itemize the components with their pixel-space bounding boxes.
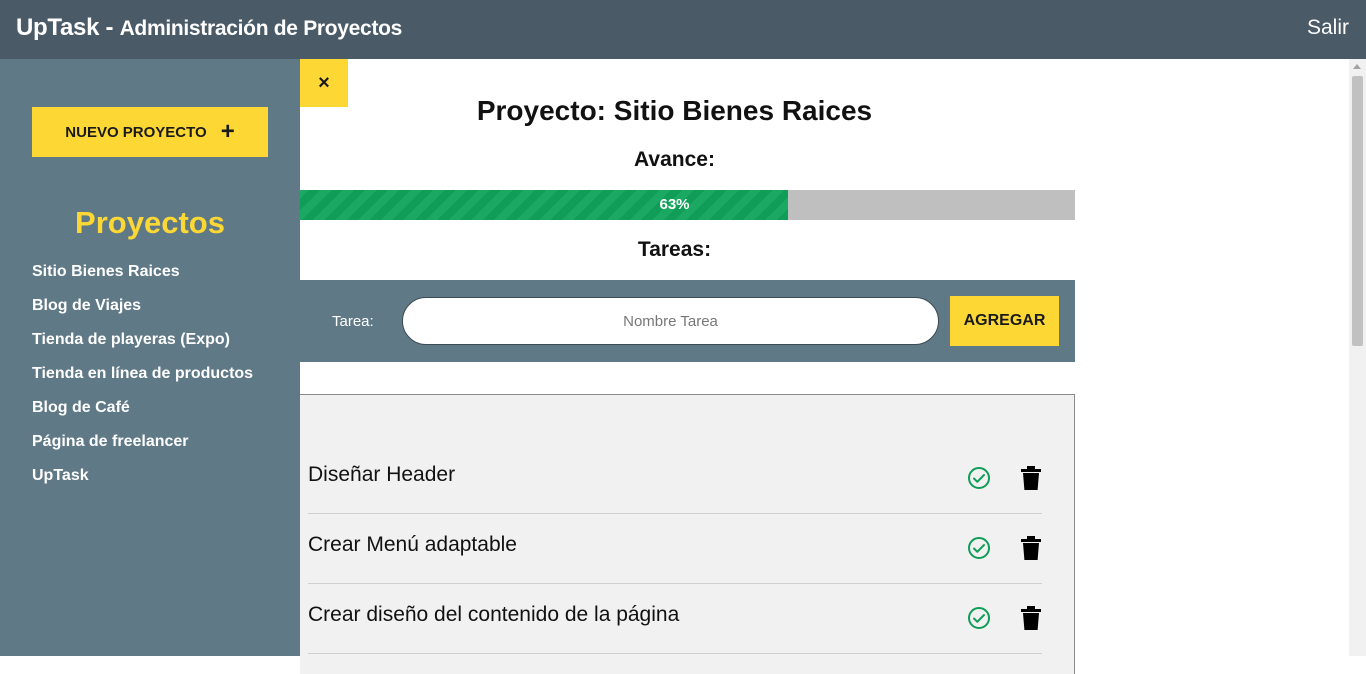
- trash-icon[interactable]: [1021, 536, 1041, 560]
- task-row: Diseñar Header: [308, 444, 1042, 514]
- tasks-heading: Tareas:: [637, 238, 712, 261]
- trash-icon[interactable]: [1021, 606, 1041, 630]
- project-link[interactable]: Tienda en línea de productos: [32, 365, 253, 399]
- app-brand: UpTask - Administración de Proyectos: [16, 14, 402, 42]
- check-circle-icon[interactable]: [967, 466, 991, 490]
- project-link[interactable]: Sitio Bienes Raices: [32, 263, 253, 297]
- app-name: UpTask -: [16, 14, 114, 41]
- project-link[interactable]: Blog de Café: [32, 399, 253, 433]
- new-task-form: Tarea: AGREGAR: [300, 280, 1075, 362]
- scroll-up-arrow-icon[interactable]: [1353, 64, 1361, 69]
- tasks-list: Diseñar Header Crear Menú adaptable Crea…: [300, 394, 1075, 674]
- new-project-label: NUEVO PROYECTO: [65, 123, 207, 141]
- task-name-input[interactable]: [402, 297, 939, 345]
- sidebar: NUEVO PROYECTO + Proyectos Sitio Bienes …: [0, 59, 300, 656]
- progress-bar: 63%: [300, 190, 1075, 220]
- projects-heading: Proyectos: [75, 205, 225, 240]
- project-link[interactable]: Tienda de playeras (Expo): [32, 331, 253, 365]
- project-link[interactable]: Blog de Viajes: [32, 297, 253, 331]
- top-bar: UpTask - Administración de Proyectos Sal…: [0, 0, 1366, 59]
- check-circle-icon[interactable]: [967, 606, 991, 630]
- task-name: Crear Menú adaptable: [308, 533, 517, 556]
- task-row: Crear Menú adaptable: [308, 514, 1042, 584]
- project-main: × Proyecto: Sitio Bienes Raices Avance: …: [300, 59, 1075, 674]
- app-subtitle: Administración de Proyectos: [119, 17, 403, 40]
- project-label: Proyecto:: [476, 95, 607, 126]
- logout-link[interactable]: Salir: [1307, 16, 1349, 40]
- plus-icon: +: [220, 118, 235, 145]
- scrollbar-thumb[interactable]: [1352, 76, 1363, 346]
- task-field-label: Tarea:: [332, 313, 374, 330]
- task-name: Diseñar Header: [308, 463, 456, 486]
- task-name: Crear diseño del contenido de la página: [308, 603, 680, 626]
- progress-percent: 63%: [659, 196, 690, 213]
- new-project-button[interactable]: NUEVO PROYECTO +: [32, 107, 268, 157]
- check-circle-icon[interactable]: [967, 536, 991, 560]
- project-link[interactable]: Página de freelancer: [32, 433, 253, 467]
- project-link[interactable]: UpTask: [32, 467, 253, 501]
- task-row: Crear diseño del contenido de la página: [308, 584, 1042, 654]
- projects-list: Sitio Bienes Raices Blog de Viajes Tiend…: [32, 263, 253, 501]
- trash-icon[interactable]: [1021, 466, 1041, 490]
- progress-heading: Avance:: [634, 148, 715, 171]
- page-scrollbar[interactable]: [1349, 59, 1366, 656]
- add-task-button[interactable]: AGREGAR: [950, 296, 1059, 346]
- project-name: Sitio Bienes Raices: [613, 95, 873, 126]
- project-title: Proyecto: Sitio Bienes Raices: [300, 95, 1049, 127]
